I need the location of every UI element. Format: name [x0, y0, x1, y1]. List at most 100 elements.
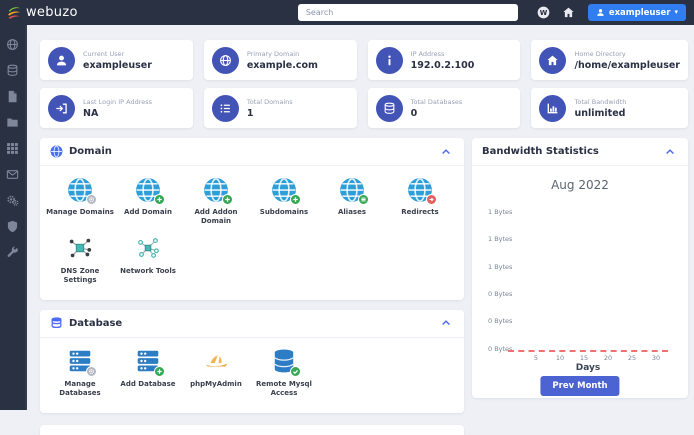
stat-label: Current User [83, 49, 125, 58]
globe-app-icon [203, 176, 233, 205]
bandwidth-panel-title: Bandwidth Statistics [482, 146, 599, 157]
servers-icon [135, 348, 165, 377]
database-icon [375, 94, 403, 122]
user-icon [48, 46, 75, 74]
gear-badge-icon [85, 194, 97, 205]
plus-badge-icon [289, 194, 301, 205]
sidebar-item-services[interactable] [0, 187, 26, 213]
plus-badge-icon [221, 194, 233, 205]
sidebar-item-tools[interactable] [0, 239, 26, 265]
app-item-add-domain[interactable]: Add Domain [114, 176, 182, 227]
y-axis-label: 0 Bytes [488, 289, 513, 298]
app-item-manage-databases[interactable]: Manage Databases [46, 348, 114, 399]
globe-icon [6, 38, 19, 51]
bandwidth-panel: Bandwidth Statistics Aug 2022 1 Bytes 1 B… [472, 138, 688, 398]
stat-card-total-databases: Total Databases 0 [367, 88, 521, 128]
sidebar-item-security[interactable] [0, 213, 26, 239]
app-item-label: Manage Databases [59, 379, 101, 398]
app-item-manage-domains[interactable]: Manage Domains [46, 176, 114, 227]
mail-icon [6, 168, 19, 181]
sidebar-item-files[interactable] [0, 83, 26, 109]
app-item-label: Add Addon Domain [194, 208, 238, 226]
webuzo-app: webuzo W exampleuser ▾ Current Userexamp… [0, 0, 694, 435]
stat-label: Total Bandwidth [574, 97, 627, 106]
y-axis-label: 1 Bytes [488, 262, 513, 271]
domain-collapse-button[interactable] [438, 144, 454, 160]
phpmyadmin-icon [203, 348, 230, 375]
user-menu-button[interactable]: exampleuser ▾ [587, 4, 686, 21]
app-item-redirects[interactable]: Redirects [386, 176, 454, 227]
globe-app-icon [407, 176, 437, 205]
app-item-add-database[interactable]: Add Database [114, 348, 182, 399]
stat-label: Primary Domain [246, 49, 300, 58]
next-panel-edge [40, 424, 464, 435]
app-item-dns-zone-settings[interactable]: DNS Zone Settings [46, 235, 114, 286]
stat-label: Home Directory [574, 49, 626, 58]
globe-app-icon [339, 176, 369, 205]
main-content: Current User exampleuser Primary Domain exa… [27, 25, 694, 435]
check-badge-icon [289, 365, 301, 377]
sidebar [0, 25, 27, 410]
sidebar-item-apps[interactable] [0, 135, 26, 161]
app-item-aliases[interactable]: Aliases [318, 176, 386, 227]
stat-card-total-bandwidth: Total Bandwidth unlimited [531, 88, 688, 128]
sidebar-item-email[interactable] [0, 161, 26, 187]
dns-network-icon [67, 235, 94, 262]
bandwidth-collapse-button[interactable] [662, 144, 678, 160]
app-item-subdomains[interactable]: Subdomains [250, 176, 318, 227]
y-axis-label: 0 Bytes [488, 317, 513, 326]
sidebar-item-ftp[interactable] [0, 109, 26, 135]
x-axis-tick: 25 [627, 354, 637, 362]
file-icon [6, 90, 19, 103]
network-tools-icon [135, 235, 162, 262]
db-stack-icon [271, 348, 301, 377]
database-icon [6, 64, 19, 77]
app-item-label: phpMyAdmin [190, 379, 242, 388]
chart-zero-line [508, 350, 668, 352]
wordpress-icon[interactable]: W [536, 5, 551, 20]
app-item-add-addon-domain[interactable]: Add Addon Domain [182, 176, 250, 227]
stat-label: Total Databases [410, 97, 463, 106]
app-item-label: Add Database [120, 379, 176, 388]
stat-value: exampleuser [83, 59, 152, 71]
database-collapse-button[interactable] [438, 315, 454, 331]
database-panel-header: Database [40, 310, 464, 338]
database-panel: Database Manage Databases Add Database php… [40, 309, 464, 413]
app-item-label: Manage Domains [46, 208, 114, 216]
webuzo-logo[interactable]: webuzo [6, 5, 78, 21]
home-icon[interactable] [561, 5, 576, 20]
domain-panel-header: Domain [40, 138, 464, 166]
app-item-network-tools[interactable]: Network Tools [114, 235, 182, 286]
topbar: webuzo W exampleuser ▾ [0, 0, 694, 25]
globe-app-icon [67, 176, 97, 205]
wrench-icon [6, 246, 19, 259]
plus-badge-icon [153, 194, 165, 205]
app-item-phpmyadmin[interactable]: phpMyAdmin [182, 348, 250, 399]
stat-label: IP Address [410, 49, 445, 58]
sidebar-item-databases[interactable] [0, 57, 26, 83]
app-item-label: Redirects [401, 208, 439, 216]
bandwidth-panel-header: Bandwidth Statistics [472, 138, 688, 166]
sidebar-item-domains[interactable] [0, 31, 26, 57]
x-axis-tick: 20 [603, 354, 613, 362]
stats-grid: Current User exampleuser Primary Domain exa… [40, 40, 688, 128]
globe-app-icon [271, 176, 301, 205]
prev-month-button[interactable]: Prev Month [540, 376, 620, 396]
webuzo-swirl-icon [8, 6, 20, 19]
stat-value: NA [83, 107, 99, 119]
gears-icon [6, 194, 19, 207]
list-badge-icon [357, 194, 369, 205]
domain-items-grid: Manage Domains Add Domain Add Addon Domain… [40, 166, 464, 300]
stat-card-primary-domain: Primary Domain example.com [203, 40, 357, 80]
svg-text:W: W [540, 9, 548, 17]
search-input[interactable] [297, 4, 518, 21]
plus-badge-icon [153, 365, 165, 377]
list-icon [211, 94, 239, 122]
app-item-label: DNS Zone Settings [60, 266, 100, 285]
database-icon [50, 317, 63, 330]
stat-value: example.com [246, 59, 318, 71]
app-item-remote-mysql-access[interactable]: Remote Mysql Access [250, 348, 318, 399]
servers-icon [67, 348, 97, 377]
globe-icon [50, 145, 63, 158]
domain-panel: Domain Manage Domains Add Domain Add Addon… [40, 138, 464, 300]
